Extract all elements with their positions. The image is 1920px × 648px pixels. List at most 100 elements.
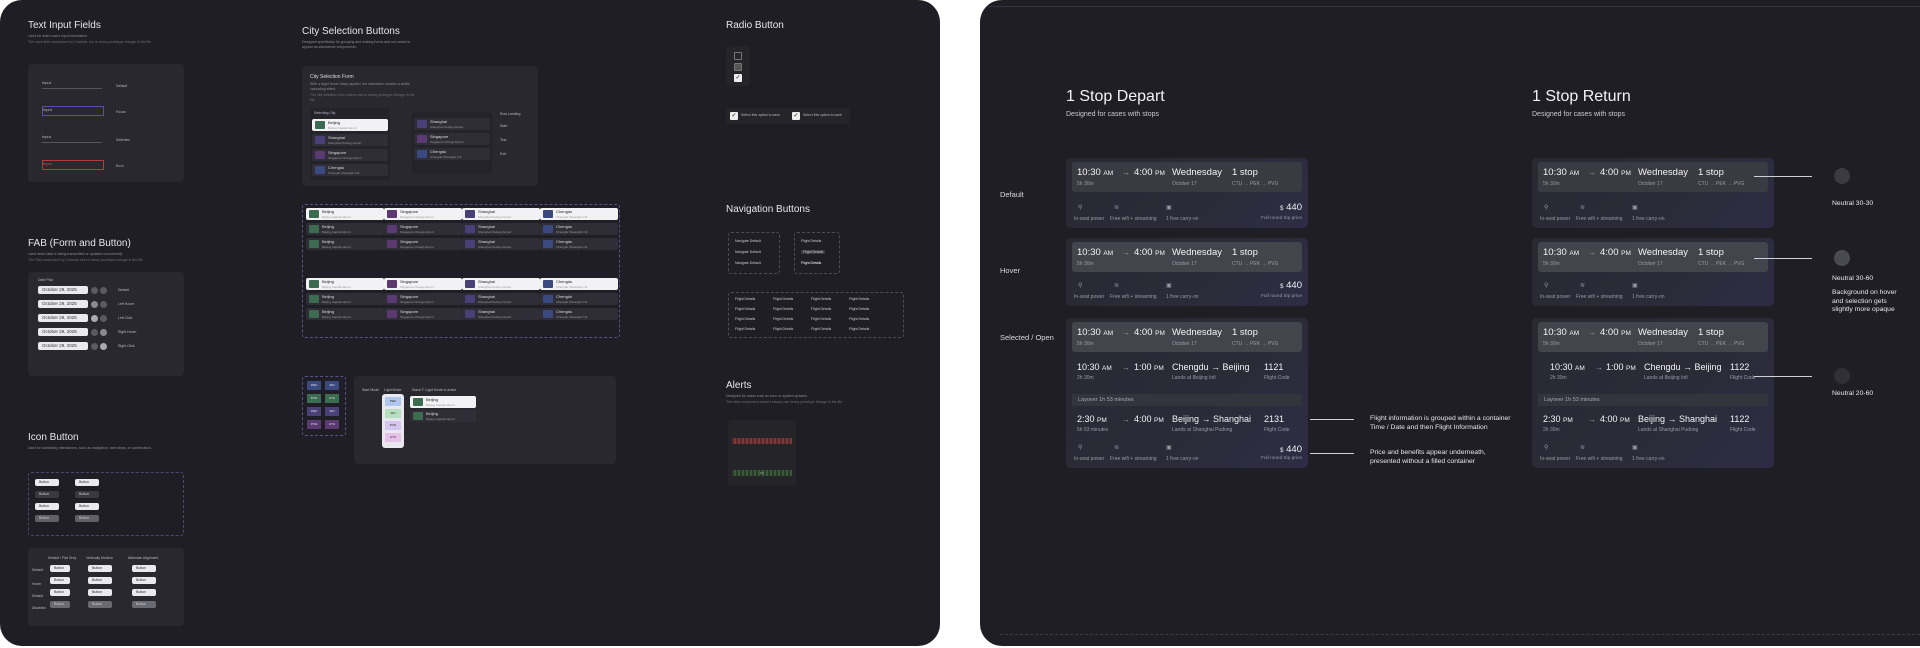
nav-flight-2[interactable]: Flight Details bbox=[801, 250, 826, 254]
icon-btn-5[interactable]: Button bbox=[75, 479, 99, 486]
icon-btn-6[interactable]: Button bbox=[75, 491, 99, 498]
grid-2-3[interactable]: Singapore Singapore Changi Airport bbox=[384, 238, 462, 250]
nav-flight-1[interactable]: Flight Details bbox=[801, 239, 821, 243]
nav-default-3[interactable]: Navigate Default bbox=[735, 261, 761, 265]
city-option-singapore-2[interactable]: Singapore Singapore Changi Airport bbox=[414, 133, 490, 145]
fab-circle-1b[interactable] bbox=[100, 286, 107, 294]
grid-1-3[interactable]: Beijing Beijing Capital Airport bbox=[306, 238, 384, 250]
m-btn-1[interactable]: Button bbox=[50, 565, 70, 572]
grid-sel-1[interactable]: Beijing Beijing Capital Airport bbox=[306, 208, 384, 220]
fab-circle-4b[interactable] bbox=[100, 328, 107, 336]
grid2-sel-3[interactable]: Shanghai Shanghai Pudong Airport bbox=[462, 278, 540, 290]
city-option-chengdu-2[interactable]: Chengdu Chengdu Shuangliu Intl bbox=[414, 148, 490, 160]
nav-default-2[interactable]: Navigate Default bbox=[735, 250, 761, 254]
icon-btn-1[interactable]: Button bbox=[35, 479, 59, 486]
date-field-3[interactable]: October 29, 2025 bbox=[38, 314, 88, 322]
grid-4-2[interactable]: Chengdu Chengdu Shuangliu Intl bbox=[540, 223, 618, 235]
m-btn-2[interactable]: Button bbox=[50, 577, 70, 584]
check-empty-2[interactable] bbox=[734, 63, 742, 71]
m-btn-7[interactable]: Button bbox=[88, 589, 112, 596]
city-option-shanghai[interactable]: Shanghai Shanghai Pudong Airport bbox=[312, 134, 388, 146]
nav-g-7[interactable]: Flight Details bbox=[811, 307, 831, 311]
tile-8[interactable]: CTU bbox=[325, 420, 339, 429]
tile-3[interactable]: PVG bbox=[307, 394, 321, 403]
grid2-2-3[interactable]: Singapore Singapore Changi Airport bbox=[384, 308, 462, 320]
m-btn-6[interactable]: Button bbox=[88, 577, 112, 584]
m-btn-12[interactable]: Button bbox=[132, 601, 156, 608]
m-btn-9[interactable]: Button bbox=[132, 565, 156, 572]
success-alert[interactable]: OK bbox=[732, 470, 792, 476]
date-field-5[interactable]: October 29, 2025 bbox=[38, 342, 88, 350]
date-field-1[interactable]: October 29, 2025 bbox=[38, 286, 88, 294]
input-default[interactable]: Input bbox=[42, 80, 102, 89]
picker-code-2[interactable]: SIN bbox=[385, 409, 401, 418]
tile-4[interactable]: CTU bbox=[325, 394, 339, 403]
fab-circle-5[interactable] bbox=[91, 342, 98, 350]
grid-3-2[interactable]: Shanghai Shanghai Pudong Airport bbox=[462, 223, 540, 235]
icon-btn-8[interactable]: Button bbox=[75, 515, 99, 522]
nav-g-6[interactable]: Flight Details bbox=[773, 307, 793, 311]
return-card-default[interactable]: 10:30 AM → 4:00 PM 5h 30m Wednesday Octo… bbox=[1532, 158, 1774, 228]
radio-opt-1-check[interactable]: ✓ bbox=[730, 112, 738, 120]
picker-code-1[interactable]: PEK bbox=[385, 397, 401, 406]
nav-g-10[interactable]: Flight Details bbox=[773, 317, 793, 321]
fab-circle-2b[interactable] bbox=[100, 300, 107, 308]
city-option-beijing[interactable]: Beijing Beijing Capital Airport bbox=[312, 119, 388, 131]
m-btn-4[interactable]: Button bbox=[50, 601, 70, 608]
return-card-hover[interactable]: 10:30 AM → 4:00 PM 5h 30m Wednesday Octo… bbox=[1532, 238, 1774, 306]
grid-4-3[interactable]: Chengdu Chengdu Shuangliu Intl bbox=[540, 238, 618, 250]
city-option-chengdu[interactable]: Chengdu Chengdu Shuangliu Intl bbox=[312, 164, 388, 176]
return-card-selected[interactable]: 10:30 AM → 4:00 PM 5h 30m Wednesday Octo… bbox=[1532, 318, 1774, 468]
nav-g-4[interactable]: Flight Details bbox=[849, 297, 869, 301]
tile-2[interactable]: SIN bbox=[325, 381, 339, 390]
picker-code-4[interactable]: CTU bbox=[385, 433, 401, 442]
date-field-4[interactable]: October 29, 2025 bbox=[38, 328, 88, 336]
m-btn-10[interactable]: Button bbox=[132, 577, 156, 584]
tile-7[interactable]: PVG bbox=[307, 420, 321, 429]
nav-g-9[interactable]: Flight Details bbox=[735, 317, 755, 321]
city-option-shanghai-2[interactable]: Shanghai Shanghai Pudong Airport bbox=[414, 118, 490, 130]
fab-circle-4[interactable] bbox=[91, 328, 98, 336]
icon-btn-2[interactable]: Button bbox=[35, 491, 59, 498]
nav-g-5[interactable]: Flight Details bbox=[735, 307, 755, 311]
grid2-4-2[interactable]: Chengdu Chengdu Shuangliu Intl bbox=[540, 293, 618, 305]
check-empty-1[interactable] bbox=[734, 52, 742, 60]
nav-g-11[interactable]: Flight Details bbox=[811, 317, 831, 321]
grid2-4-3[interactable]: Chengdu Chengdu Shuangliu Intl bbox=[540, 308, 618, 320]
nav-default-1[interactable]: Navigate Default bbox=[735, 239, 761, 243]
nav-g-12[interactable]: Flight Details bbox=[849, 317, 869, 321]
grid2-3-2[interactable]: Shanghai Shanghai Pudong Airport bbox=[462, 293, 540, 305]
fab-circle-5b[interactable] bbox=[100, 342, 107, 350]
grid-sel-4[interactable]: Chengdu Chengdu Shuangliu Intl bbox=[540, 208, 618, 220]
nav-flight-3[interactable]: Flight Details bbox=[801, 261, 821, 265]
icon-btn-7[interactable]: Button bbox=[75, 503, 99, 510]
picker-code-3[interactable]: PVG bbox=[385, 421, 401, 430]
nav-g-2[interactable]: Flight Details bbox=[773, 297, 793, 301]
grid2-3-3[interactable]: Shanghai Shanghai Pudong Airport bbox=[462, 308, 540, 320]
grid2-sel-2[interactable]: Singapore Singapore Changi Airport bbox=[384, 278, 462, 290]
input-error[interactable]: Input bbox=[42, 160, 104, 170]
input-selected[interactable]: Input bbox=[42, 134, 102, 143]
fab-circle-2[interactable] bbox=[91, 300, 98, 308]
grid2-2-2[interactable]: Singapore Singapore Changi Airport bbox=[384, 293, 462, 305]
grid-sel-2[interactable]: Singapore Singapore Changi Airport bbox=[384, 208, 462, 220]
depart-card-hover[interactable]: 10:30 AM → 4:00 PM 5h 30m Wednesday Octo… bbox=[1066, 238, 1308, 306]
nav-g-15[interactable]: Flight Details bbox=[811, 327, 831, 331]
nav-g-13[interactable]: Flight Details bbox=[735, 327, 755, 331]
grid2-1-2[interactable]: Beijing Beijing Capital Airport bbox=[306, 293, 384, 305]
depart-card-selected[interactable]: 10:30 AM → 4:00 PM 5h 30m Wednesday Octo… bbox=[1066, 318, 1308, 468]
date-field-2[interactable]: October 29, 2025 bbox=[38, 300, 88, 308]
tile-1[interactable]: PEK bbox=[307, 381, 321, 390]
icon-btn-3[interactable]: Button bbox=[35, 503, 59, 510]
grid-2-2[interactable]: Singapore Singapore Changi Airport bbox=[384, 223, 462, 235]
picker-selected[interactable]: Beijing Beijing Capital Airport bbox=[410, 396, 476, 408]
m-btn-11[interactable]: Button bbox=[132, 589, 156, 596]
nav-g-1[interactable]: Flight Details bbox=[735, 297, 755, 301]
picker-option[interactable]: Beijing Beijing Capital Airport bbox=[410, 410, 476, 422]
grid2-1-3[interactable]: Beijing Beijing Capital Airport bbox=[306, 308, 384, 320]
radio-opt-2-check[interactable]: ✓ bbox=[792, 112, 800, 120]
nav-g-3[interactable]: Flight Details bbox=[811, 297, 831, 301]
grid-1-2[interactable]: Beijing Beijing Capital Airport bbox=[306, 223, 384, 235]
input-focus[interactable]: Input bbox=[42, 106, 104, 116]
fab-circle-1[interactable] bbox=[91, 286, 98, 294]
